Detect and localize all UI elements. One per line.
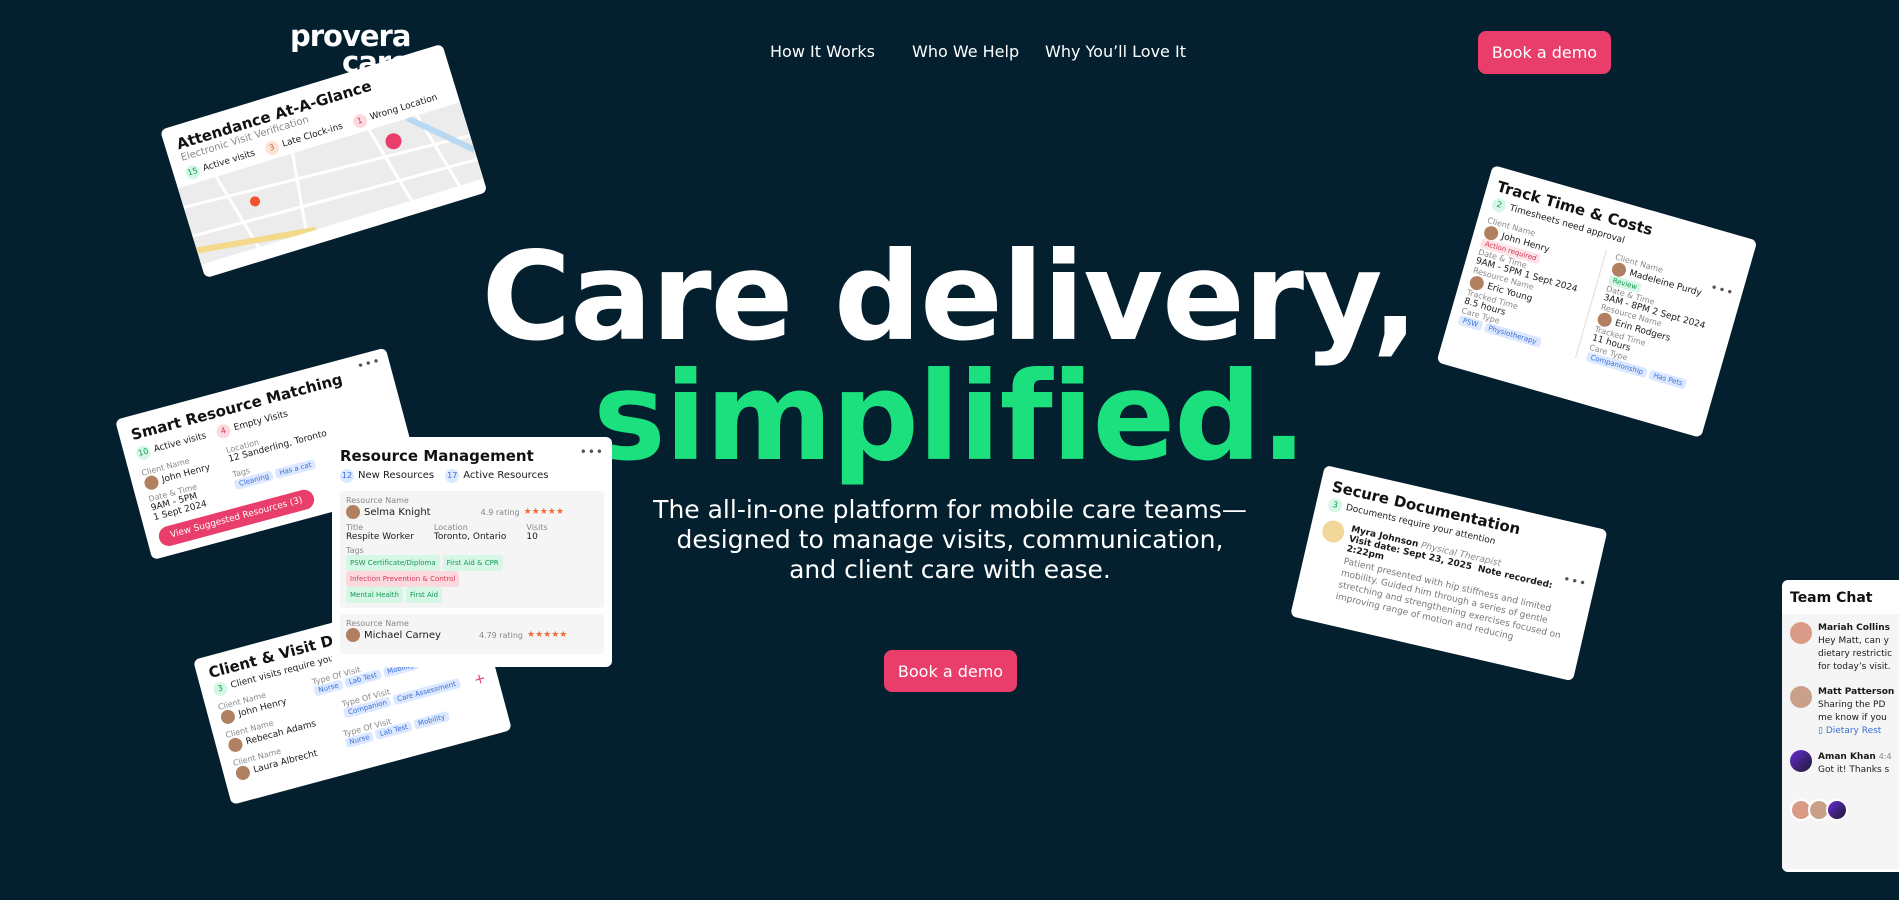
avatar <box>1790 622 1812 644</box>
star-rating-icon: ★★★★★ <box>527 630 568 640</box>
book-demo-hero-button[interactable]: Book a demo <box>884 650 1017 692</box>
name-label: Resource Name <box>346 496 409 505</box>
avatar <box>142 474 161 492</box>
secure-documentation-card: ••• Secure Documentation 3 Documents requ… <box>1290 465 1608 682</box>
tag: First Aid & CPR <box>442 555 503 571</box>
sender-name: Mariah Collins <box>1818 623 1890 633</box>
avatar <box>1790 686 1812 708</box>
document-icon: ▯ <box>1818 726 1823 736</box>
avatar <box>346 628 360 642</box>
message-text: Got it! Thanks s <box>1818 765 1890 775</box>
chat-message[interactable]: Matt Patterson Sharing the PD me know if… <box>1790 686 1895 738</box>
new-label: New Resources <box>358 470 435 481</box>
nav-who-we-help[interactable]: Who We Help <box>912 42 1019 61</box>
pending-count: 3 <box>1326 496 1344 514</box>
rating-label: 4.9 rating <box>480 507 520 517</box>
list-item[interactable]: Resource Name Selma Knight 4.9 rating ★★… <box>340 491 604 608</box>
book-demo-nav-button[interactable]: Book a demo <box>1478 31 1611 74</box>
visits-value: 10 <box>526 532 538 542</box>
new-count: 12 <box>340 469 354 483</box>
visits-label: Visits <box>526 523 548 532</box>
message-text: me know if you <box>1818 713 1887 723</box>
location-value: Toronto, Ontario <box>433 532 507 542</box>
avatar <box>1790 750 1812 772</box>
resource-name: Michael Carney <box>364 629 441 641</box>
team-chat-card: Team Chat Mariah Collins Hey Matt, can y… <box>1782 580 1899 872</box>
avatar <box>1826 799 1848 821</box>
active-label: Active Resources <box>463 470 549 481</box>
message-time: 4:4 <box>1878 752 1892 761</box>
hero-subtitle: The all-in-one platform for mobile care … <box>653 495 1247 584</box>
tag: Mental Health <box>346 587 403 603</box>
avatar <box>226 736 244 754</box>
message-text: for today’s visit. <box>1818 662 1891 672</box>
name-label: Resource Name <box>346 619 409 628</box>
participants-avatars <box>1790 799 1891 821</box>
rating-label: 4.79 rating <box>478 630 523 640</box>
message-text: dietary restrictic <box>1818 649 1893 659</box>
list-item[interactable]: Resource Name Michael Carney 4.79 rating… <box>340 614 604 654</box>
resource-title: Resource Management <box>340 447 534 465</box>
avatar <box>234 764 252 782</box>
tag: PSW Certificate/Diploma <box>346 555 440 571</box>
late-count: 3 <box>263 139 281 157</box>
tag: Infection Prevention & Control <box>346 571 460 587</box>
pending-count: 2 <box>1490 196 1508 214</box>
active-count: 17 <box>445 469 460 483</box>
resource-name: Selma Knight <box>364 506 431 518</box>
attachment-link[interactable]: Dietary Rest <box>1826 726 1882 736</box>
active-count: 15 <box>184 163 202 182</box>
chat-message[interactable]: Aman Khan 4:4 Got it! Thanks s <box>1790 750 1892 777</box>
resource-management-card: ••• Resource Management 12 New Resources … <box>332 437 612 667</box>
chat-title: Team Chat <box>1790 590 1873 606</box>
sender-name: Aman Khan <box>1818 752 1876 762</box>
active-count: 10 <box>134 444 153 462</box>
tags-label: Tags <box>346 546 364 555</box>
sender-name: Matt Patterson <box>1818 687 1895 697</box>
empty-count: 4 <box>214 422 233 440</box>
title-label: Title <box>346 523 364 532</box>
chat-message[interactable]: Mariah Collins Hey Matt, can y dietary r… <box>1790 622 1893 674</box>
wrong-count: 1 <box>351 112 369 130</box>
avatar <box>219 708 237 726</box>
message-text: Sharing the PD <box>1818 700 1886 710</box>
star-rating-icon: ★★★★★ <box>523 507 564 517</box>
tag: First Aid <box>405 587 443 603</box>
avatar <box>346 505 360 519</box>
nav-why-love-it[interactable]: Why You’ll Love It <box>1045 42 1186 61</box>
timesheet-item[interactable]: Client Name Madeleine Purdy Review Date … <box>1585 252 1734 394</box>
pending-count: 3 <box>211 680 229 698</box>
add-icon[interactable]: + <box>472 670 487 688</box>
title-value: Respite Worker <box>346 532 414 542</box>
location-label: Location <box>433 523 468 532</box>
avatar <box>1320 518 1347 545</box>
message-text: Hey Matt, can y <box>1818 636 1889 646</box>
nav-how-it-works[interactable]: How It Works <box>770 42 875 61</box>
more-options-icon[interactable]: ••• <box>580 445 604 459</box>
